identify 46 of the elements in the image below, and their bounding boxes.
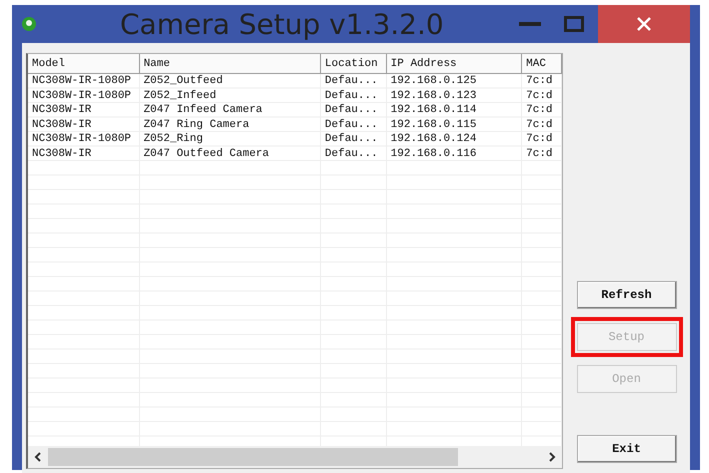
- table-cell: 7c:d: [526, 75, 553, 87]
- app-icon: [22, 17, 36, 31]
- scroll-left-icon[interactable]: [34, 452, 42, 462]
- action-button[interactable]: Refresh: [576, 281, 676, 309]
- table-cell: 192.168.0.124: [390, 133, 476, 145]
- table-cell: Defau...: [324, 148, 378, 160]
- table-cell: NC308W-IR: [32, 104, 92, 116]
- table-cell: Z047 Outfeed Camera: [144, 148, 269, 160]
- table-cell: Z052_Ring: [144, 133, 203, 145]
- table-cell: NC308W-IR-1080P: [32, 133, 132, 145]
- minimize-icon: [519, 22, 541, 26]
- table-cell: Defau...: [324, 75, 378, 87]
- column-header[interactable]: Model: [28, 54, 140, 74]
- column-header[interactable]: IP Address: [386, 54, 522, 74]
- table-cell: 192.168.0.123: [390, 90, 476, 102]
- close-icon: [636, 16, 652, 32]
- table-cell: 7c:d: [526, 90, 553, 102]
- table-cell: 192.168.0.116: [390, 148, 476, 160]
- table-cell: Defau...: [324, 90, 378, 102]
- table-cell: Z047 Ring Camera: [144, 118, 250, 130]
- table-cell: 192.168.0.114: [390, 104, 476, 116]
- table-cell: NC308W-IR-1080P: [32, 75, 132, 87]
- table-cell: 192.168.0.115: [390, 118, 476, 130]
- table-cell: NC308W-IR: [32, 148, 92, 160]
- table-cell: Z052_Outfeed: [144, 75, 223, 87]
- table-cell: 7c:d: [526, 148, 553, 160]
- column-header[interactable]: Location: [320, 54, 387, 74]
- table-cell: NC308W-IR: [32, 118, 92, 130]
- window-title: Camera Setup v1.3.2.0: [120, 8, 445, 40]
- table-cell: Z047 Infeed Camera: [144, 104, 262, 116]
- table-cell: 7c:d: [526, 133, 553, 145]
- action-button[interactable]: Exit: [576, 435, 676, 463]
- table-cell: Defau...: [324, 118, 378, 130]
- table-cell: Defau...: [324, 133, 378, 145]
- table-cell: NC308W-IR-1080P: [32, 90, 132, 102]
- scroll-right-icon[interactable]: [548, 452, 556, 462]
- table-cell: Defau...: [324, 104, 378, 116]
- maximize-icon: [564, 16, 584, 32]
- table-cell: 7c:d: [526, 118, 553, 130]
- table-cell: 7c:d: [526, 104, 553, 116]
- column-header[interactable]: Name: [140, 54, 321, 74]
- close-button[interactable]: [598, 5, 690, 43]
- table-cell: Z052_Infeed: [144, 90, 216, 102]
- table-cell: 192.168.0.125: [390, 75, 476, 87]
- column-header[interactable]: MAC: [522, 54, 562, 74]
- scrollbar-thumb[interactable]: [48, 448, 458, 466]
